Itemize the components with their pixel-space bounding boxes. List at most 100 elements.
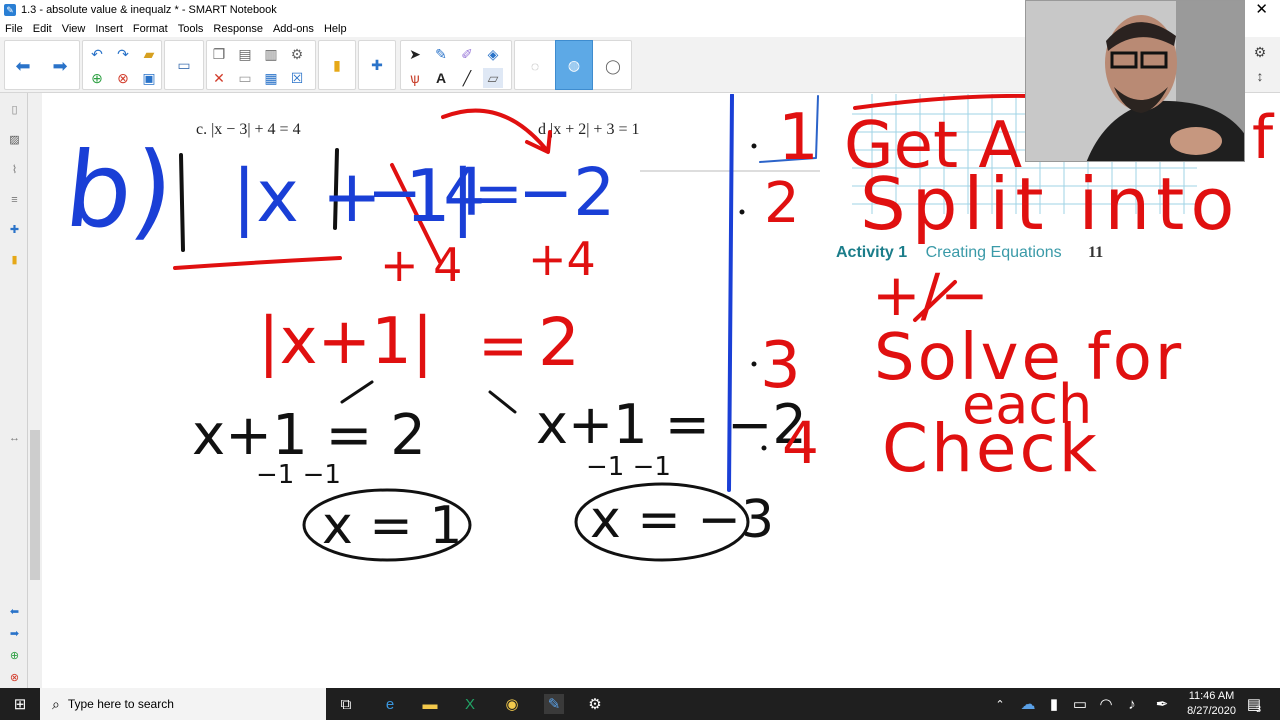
creative-pen-icon[interactable]: ✐ <box>457 44 477 64</box>
smart-notebook-window: ✎ 1.3 - absolute value & inequalz * - SM… <box>0 0 1280 720</box>
add-page-icon[interactable]: ⊕ <box>87 68 107 88</box>
gallery-icon[interactable]: ▨ <box>6 131 23 148</box>
paste-icon[interactable]: ❐ <box>209 44 229 64</box>
lesson-activity-icon[interactable]: ▮ <box>6 251 23 268</box>
file-explorer-icon[interactable]: ▬ <box>420 694 440 714</box>
window-title: 1.3 - absolute value & inequalz * - SMAR… <box>21 4 277 16</box>
menu-addons[interactable]: Add-ons <box>268 23 319 35</box>
edge-icon[interactable]: e <box>380 694 400 714</box>
save-icon[interactable]: ▣ <box>139 68 159 88</box>
attachments-icon[interactable]: ⌇ <box>6 161 23 178</box>
taskbar-search[interactable]: ⌕ Type here to search <box>40 688 326 720</box>
undo-icon[interactable]: ↶ <box>87 44 107 64</box>
arrow-stroke <box>441 108 552 154</box>
medium-eraser-icon: ◍ <box>567 57 581 73</box>
problem-label: b) <box>59 129 180 251</box>
underline-red <box>173 256 342 270</box>
settings-gear-icon[interactable]: ⚙ <box>1250 42 1270 62</box>
close-window-button[interactable]: ✕ <box>1255 1 1268 19</box>
navigation-group: ⬅ ➡ <box>4 40 80 90</box>
eq1-rhs: −2 <box>518 154 616 231</box>
menu-edit[interactable]: Edit <box>28 23 57 35</box>
menu-help[interactable]: Help <box>319 23 352 35</box>
search-icon: ⌕ <box>52 695 60 712</box>
menu-response[interactable]: Response <box>208 23 268 35</box>
sidebar-next-icon[interactable]: ➡ <box>6 625 23 642</box>
windows-start-icon[interactable]: ⊞ <box>10 694 30 714</box>
smart-notebook-taskbar-icon[interactable]: ✎ <box>544 694 564 714</box>
properties-icon[interactable]: ≡ <box>6 191 23 208</box>
case-positive-sub: −1 −1 <box>256 460 341 490</box>
open-folder-icon[interactable]: ▰ <box>139 44 159 64</box>
webcam-video <box>1025 0 1245 162</box>
display-screen-icon[interactable]: ▭ <box>174 55 194 75</box>
clipboard-group: ❐ ▤ ▥ ⚙ ✕ ▭ ▦ ☒ <box>206 40 316 90</box>
line-tool-icon[interactable]: ╱ <box>457 68 477 88</box>
sidebar-delete-page-icon[interactable]: ⊗ <box>6 669 23 686</box>
app-icon: ✎ <box>4 4 16 16</box>
eraser-icon[interactable]: ▱ <box>483 68 503 88</box>
puzzle-icon[interactable]: ✚ <box>367 55 387 75</box>
redo-icon[interactable]: ↷ <box>113 44 133 64</box>
menu-tools[interactable]: Tools <box>173 23 209 35</box>
medium-eraser-button[interactable]: ◍ <box>555 40 593 90</box>
eq2-rhs: 2 <box>538 304 580 381</box>
whiteboard-canvas[interactable]: c. |x − 3| + 4 = 4 d |x + 2| + 3 = 1 Act… <box>42 94 1280 688</box>
task-view-icon[interactable]: ⧉ <box>336 694 356 714</box>
menu-view[interactable]: View <box>57 23 91 35</box>
menu-bar: File Edit View Insert Format Tools Respo… <box>0 20 352 37</box>
bullet-dot <box>751 361 757 367</box>
delete-icon[interactable]: ✕ <box>209 68 229 88</box>
vertical-scrollbar[interactable] <box>28 93 42 688</box>
wifi-icon[interactable]: ◠ <box>1096 694 1116 714</box>
small-eraser-icon[interactable]: ◌ <box>525 56 545 76</box>
menu-insert[interactable]: Insert <box>90 23 128 35</box>
windows-taskbar: ⊞ ⌕ Type here to search ⧉ e ▬ X ◉ ✎ ⚙ ⌃ … <box>0 688 1280 720</box>
full-screen-icon[interactable]: ▭ <box>235 68 255 88</box>
screen-shade-icon[interactable]: ▥ <box>261 44 281 64</box>
text-tool-icon[interactable]: A <box>431 68 451 88</box>
document-camera-icon[interactable]: ⚙ <box>287 44 307 64</box>
magic-pen-icon[interactable]: ѱ <box>405 68 425 88</box>
onedrive-icon[interactable]: ☁ <box>1018 694 1038 714</box>
excel-icon[interactable]: X <box>460 694 480 714</box>
move-toolbar-icon[interactable]: ↕ <box>1250 66 1270 86</box>
chevron-up-icon[interactable]: ⌃ <box>990 694 1010 714</box>
menu-file[interactable]: File <box>0 23 28 35</box>
case-negative-sub: −1 −1 <box>586 452 671 482</box>
delete-page-icon[interactable]: ⊗ <box>113 68 133 88</box>
edit-group: ↶ ↷ ▰ ⊕ ⊗ ▣ <box>82 40 162 90</box>
screen-capture-icon[interactable]: ▤ <box>235 44 255 64</box>
volume-icon[interactable]: ♪ <box>1122 694 1142 714</box>
table-icon[interactable]: ▦ <box>261 68 281 88</box>
large-eraser-icon[interactable]: ◯ <box>603 56 623 76</box>
menu-format[interactable]: Format <box>128 23 173 35</box>
close-icon[interactable]: ☒ <box>287 68 307 88</box>
page-sorter-icon[interactable]: ▯ <box>6 101 23 118</box>
eq2-abs: |x+1| <box>258 305 434 379</box>
microphone-icon[interactable]: ▮ <box>1044 694 1064 714</box>
drawing-tools-group: ➤ ✎ ✐ ◈ ѱ A ╱ ▱ <box>400 40 512 90</box>
case-negative: x+1 = −2 <box>536 393 807 456</box>
scroll-thumb[interactable] <box>30 430 40 580</box>
presenter-image <box>1026 1 1244 161</box>
battery-icon[interactable]: ▭ <box>1070 694 1090 714</box>
addons-icon[interactable]: ✚ <box>6 221 23 238</box>
resize-handle-icon[interactable]: ↔ <box>6 429 23 446</box>
eq1-equals: = <box>474 159 523 227</box>
chrome-icon[interactable]: ◉ <box>502 694 522 714</box>
settings-icon[interactable]: ⚙ <box>585 694 605 714</box>
fill-icon[interactable]: ◈ <box>483 44 503 64</box>
pen-workspace-icon[interactable]: ✒ <box>1152 694 1172 714</box>
sidebar-add-page-icon[interactable]: ⊕ <box>6 647 23 664</box>
taskbar-clock[interactable]: 11:46 AM 8/27/2020 <box>1187 689 1236 719</box>
stray-letter: f <box>1252 103 1274 173</box>
previous-page-icon[interactable]: ⬅ <box>13 56 33 76</box>
response-icon[interactable]: ▮ <box>327 55 347 75</box>
next-page-icon[interactable]: ➡ <box>50 56 70 76</box>
step-1-number: 1 <box>778 101 819 175</box>
sidebar-prev-icon[interactable]: ⬅ <box>6 603 23 620</box>
step-2-text: Split into <box>860 162 1241 246</box>
select-pointer-icon[interactable]: ➤ <box>405 44 425 64</box>
pen-icon[interactable]: ✎ <box>431 44 451 64</box>
